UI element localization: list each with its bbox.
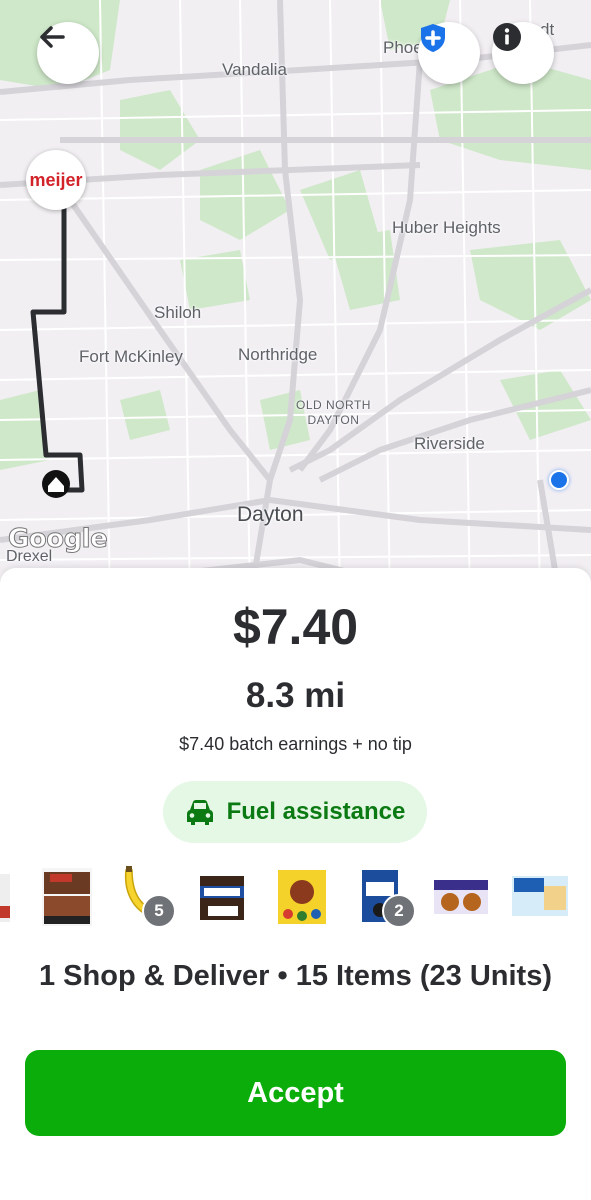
google-attribution: Google bbox=[7, 524, 108, 555]
items-carousel[interactable]: 5 2 bbox=[0, 866, 591, 936]
current-location-dot bbox=[549, 470, 569, 490]
map-view[interactable]: Phoe dt Vandalia Huber Heights Shiloh Fo… bbox=[0, 0, 591, 600]
map-label-old-north-dayton: OLD NORTH DAYTON bbox=[296, 398, 371, 428]
fuel-assistance-chip[interactable]: Fuel assistance bbox=[163, 781, 427, 843]
back-button[interactable] bbox=[37, 22, 99, 84]
safety-button[interactable] bbox=[418, 22, 480, 84]
map-label-riverside: Riverside bbox=[414, 434, 485, 453]
map-label-northridge: Northridge bbox=[238, 345, 318, 364]
map-label-fort-mckinley: Fort McKinley bbox=[79, 347, 183, 366]
order-summary: 1 Shop & Deliver • 15 Items (23 Units) bbox=[39, 960, 552, 992]
store-logo: meijer bbox=[29, 169, 83, 190]
item-partial-product bbox=[0, 866, 12, 928]
item-snickers-minis bbox=[198, 866, 248, 928]
fuel-assistance-label: Fuel assistance bbox=[226, 798, 406, 825]
car-icon bbox=[186, 800, 213, 825]
map-label-dayton: Dayton bbox=[237, 503, 304, 526]
map-label-dayton-district: DAYTON bbox=[307, 413, 360, 427]
accept-button[interactable]: Accept bbox=[25, 1050, 566, 1136]
store-marker[interactable]: meijer bbox=[26, 150, 86, 210]
item-wings-bag bbox=[40, 866, 94, 928]
home-marker bbox=[42, 470, 70, 498]
map-label-old-north: OLD NORTH bbox=[296, 398, 371, 412]
item-tastykake-box bbox=[432, 866, 490, 928]
item-quantity-badge: 5 bbox=[142, 894, 176, 928]
item-toaster-pastry-box bbox=[510, 866, 570, 928]
offer-sheet: $7.40 8.3 mi $7.40 batch earnings + no t… bbox=[0, 568, 591, 1200]
earnings-detail: $7.40 batch earnings + no tip bbox=[179, 734, 412, 754]
map-label-huber-heights: Huber Heights bbox=[392, 218, 501, 237]
arrow-left-icon bbox=[40, 26, 65, 48]
map-label-vandalia: Vandalia bbox=[222, 60, 287, 79]
item-oreo-bites: 2 bbox=[358, 866, 416, 928]
item-mms-peanut-bag bbox=[276, 866, 328, 928]
info-button[interactable] bbox=[492, 22, 554, 84]
map-label-phoenix: Phoe bbox=[383, 38, 423, 57]
shield-plus-icon bbox=[421, 24, 445, 52]
offer-distance: 8.3 mi bbox=[245, 676, 346, 715]
item-banana: 5 bbox=[118, 866, 178, 928]
offer-price: $7.40 bbox=[232, 599, 359, 655]
map-label-shiloh: Shiloh bbox=[154, 303, 202, 322]
info-icon bbox=[493, 23, 521, 51]
item-quantity-badge: 2 bbox=[382, 894, 416, 928]
